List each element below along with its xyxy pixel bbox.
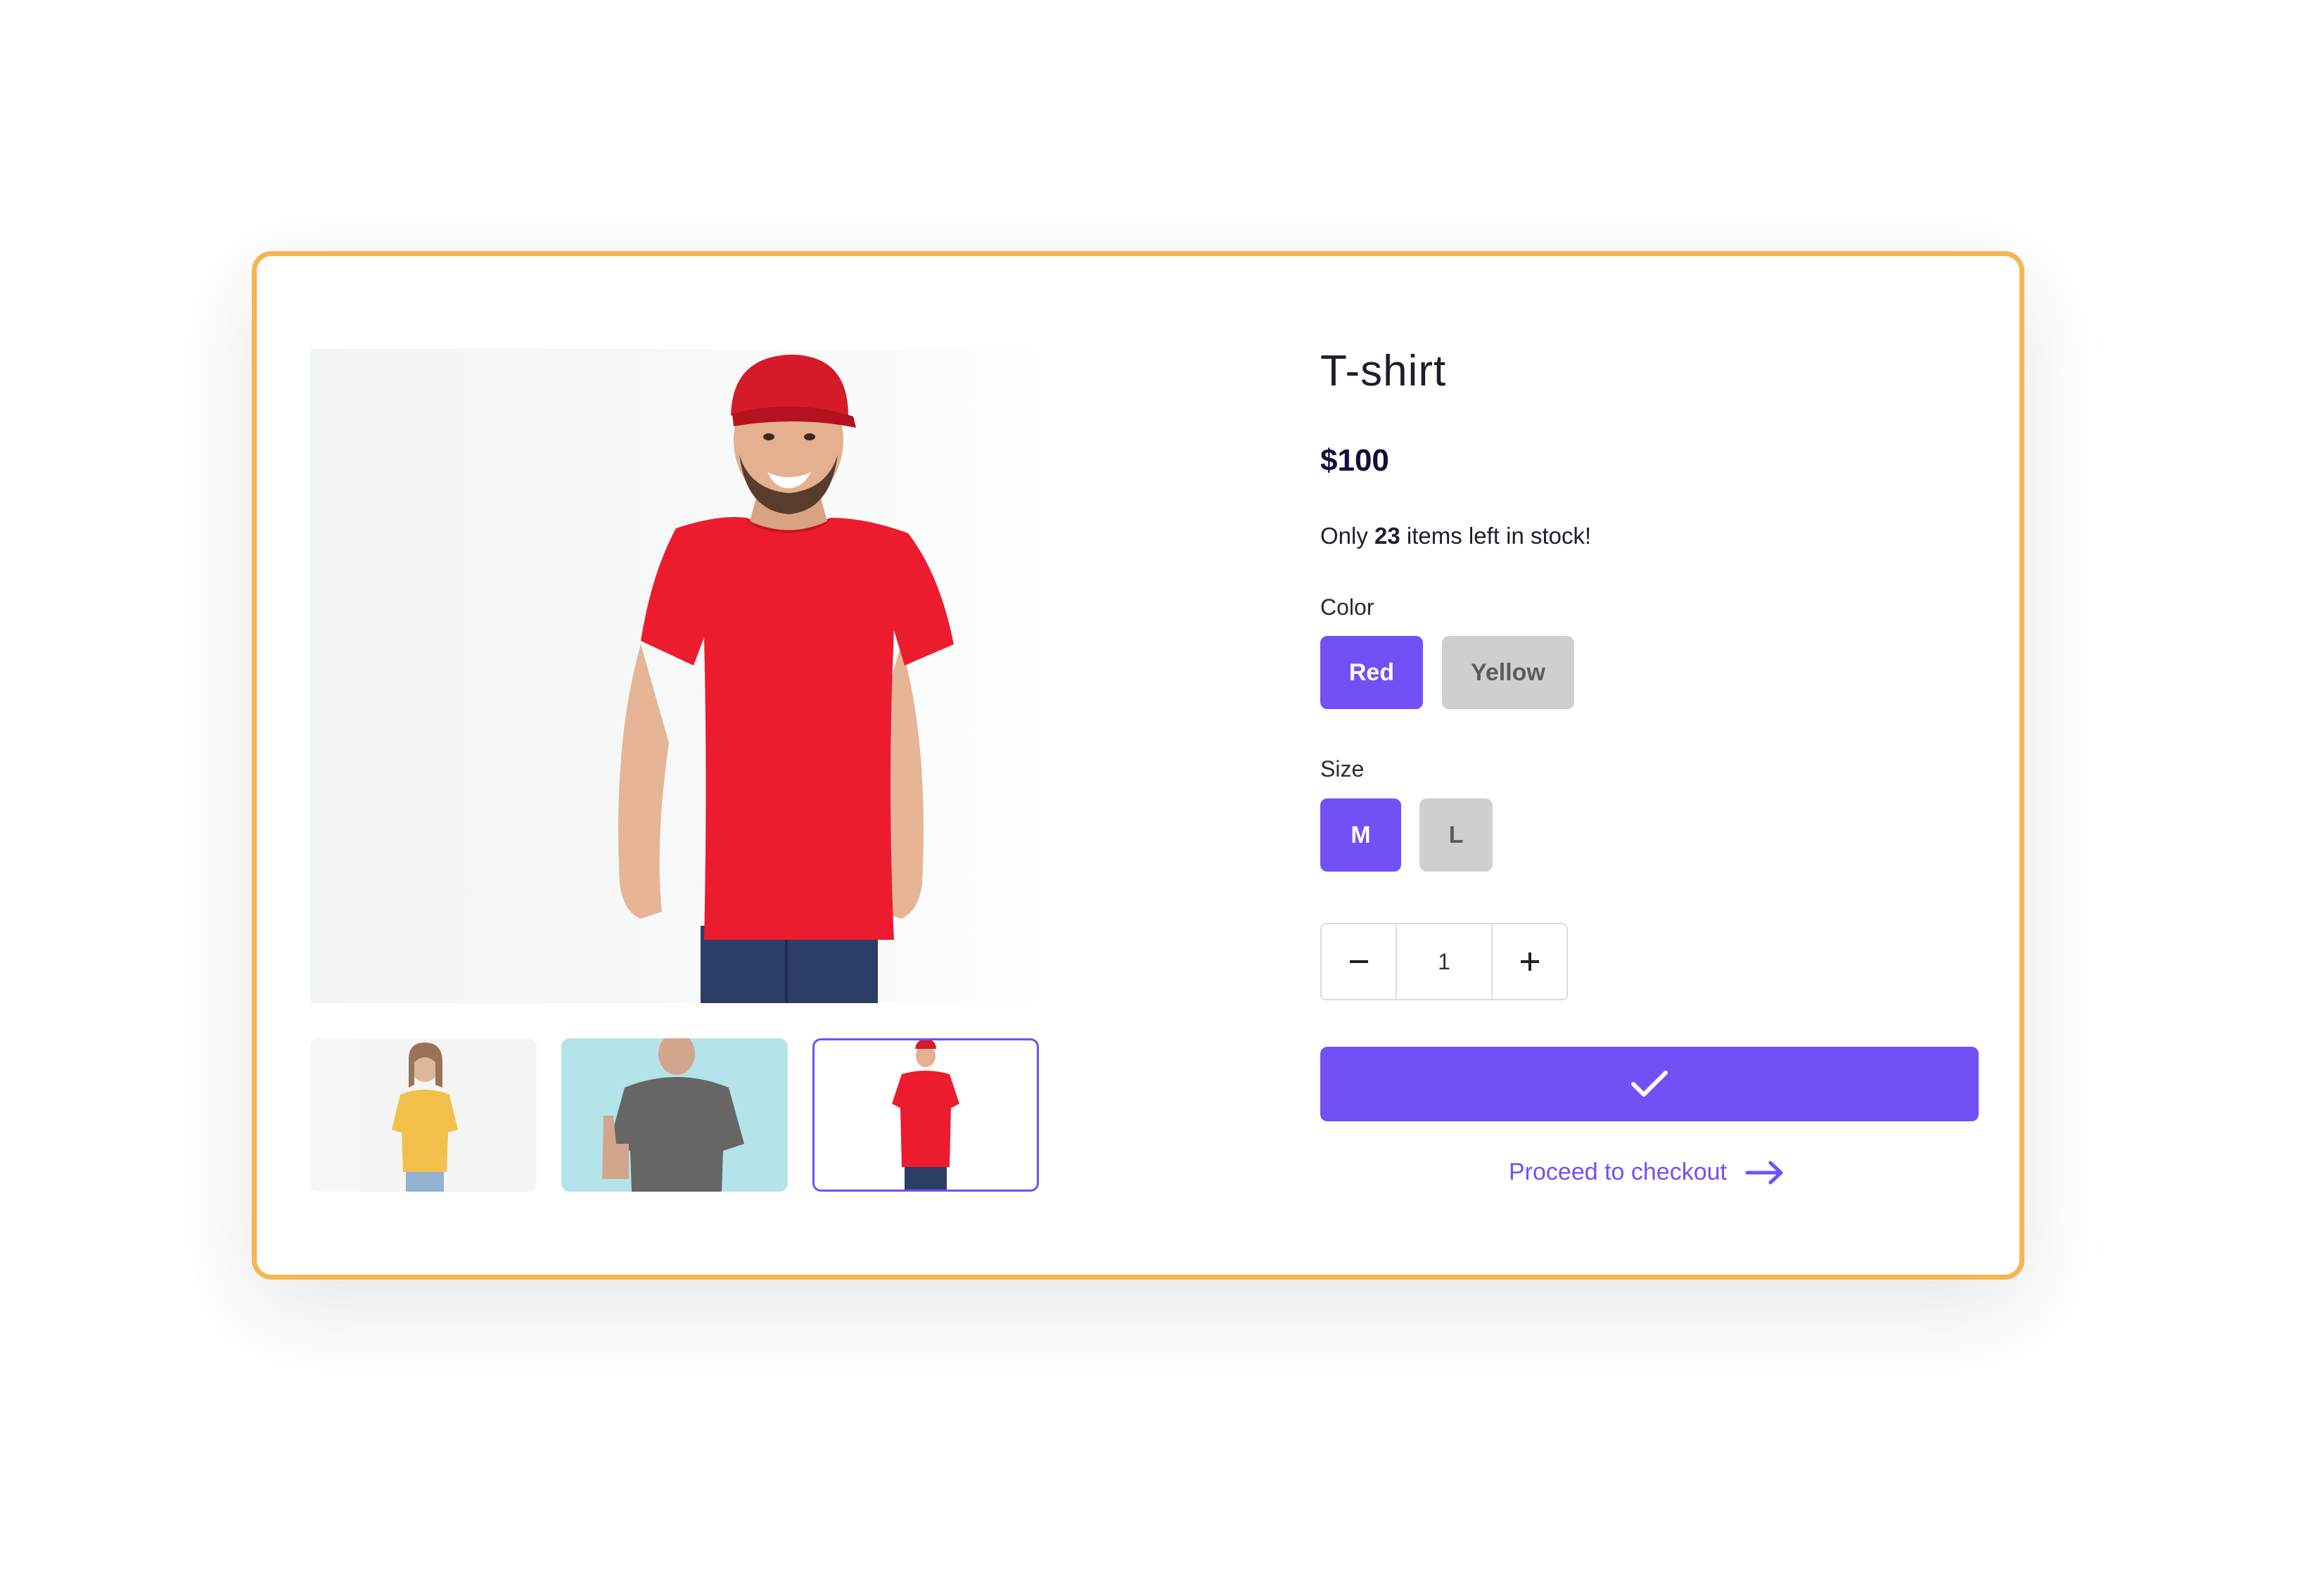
stock-count: 23 — [1374, 523, 1400, 549]
decrement-button[interactable] — [1322, 924, 1396, 999]
size-option-l[interactable]: L — [1419, 798, 1493, 872]
thumbnail-woman-yellow-tshirt[interactable] — [310, 1038, 537, 1192]
color-label: Color — [1320, 594, 1374, 620]
proceed-to-checkout-link[interactable]: Proceed to checkout — [1509, 1159, 1784, 1186]
man-gray-tshirt-image — [602, 1038, 744, 1192]
woman-yellow-tshirt-image — [392, 1043, 458, 1192]
stock-prefix: Only — [1320, 523, 1368, 549]
page-background: T-shirt $100 Only 23 items left in stock… — [0, 0, 2324, 1587]
size-option-m[interactable]: M — [1320, 798, 1401, 872]
color-option-yellow[interactable]: Yellow — [1442, 636, 1574, 709]
plus-icon — [1520, 952, 1539, 971]
arrow-right-icon — [1745, 1161, 1783, 1184]
quantity-value[interactable]: 1 — [1396, 924, 1493, 999]
product-price: $100 — [1320, 443, 1389, 478]
size-label: Size — [1320, 756, 1365, 782]
man-red-tshirt-thumb-image — [892, 1040, 959, 1190]
add-to-cart-button[interactable] — [1320, 1047, 1979, 1121]
main-product-image — [310, 349, 1154, 1003]
color-option-red[interactable]: Red — [1320, 636, 1423, 709]
minus-icon — [1349, 960, 1368, 963]
quantity-stepper: 1 — [1320, 923, 1568, 1000]
product-card: T-shirt $100 Only 23 items left in stock… — [252, 251, 2024, 1280]
checkout-label: Proceed to checkout — [1509, 1159, 1727, 1185]
thumbnail-man-red-tshirt[interactable] — [812, 1038, 1039, 1192]
stock-suffix: items left in stock! — [1406, 523, 1592, 549]
checkmark-icon — [1631, 1071, 1668, 1097]
man-red-tshirt-illustration — [618, 355, 954, 1003]
stock-message: Only 23 items left in stock! — [1320, 523, 1591, 549]
increment-button[interactable] — [1493, 924, 1566, 999]
product-title: T-shirt — [1320, 347, 1447, 395]
thumbnail-man-gray-tshirt-thumbs-up[interactable] — [561, 1038, 788, 1192]
